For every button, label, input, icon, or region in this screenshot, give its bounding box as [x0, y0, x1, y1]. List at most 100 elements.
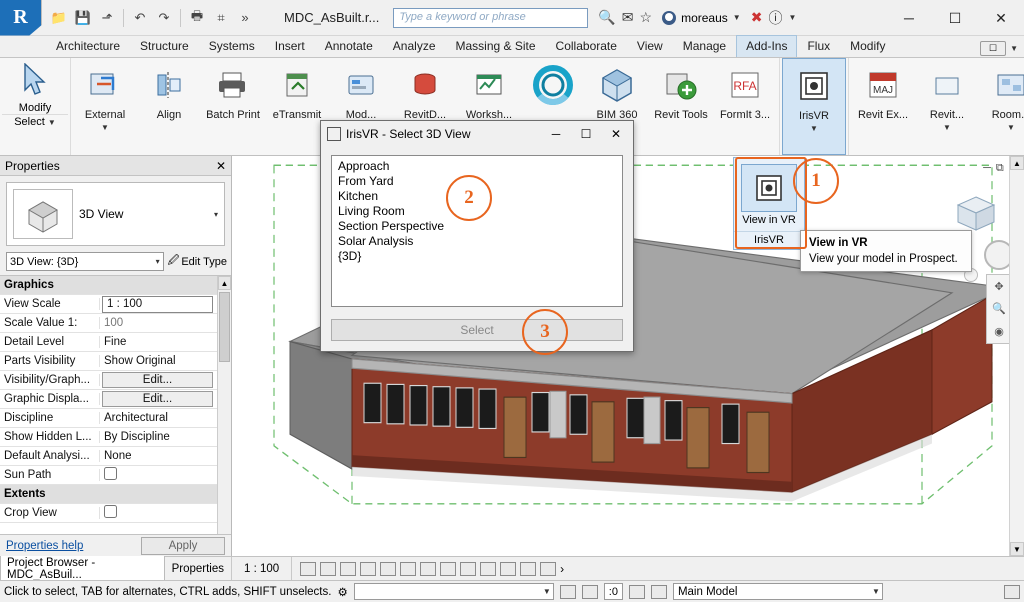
minimize-view-icon[interactable]: ─	[983, 162, 991, 175]
property-edit-button[interactable]: Edit...	[102, 391, 213, 407]
crop-view-checkbox[interactable]	[104, 505, 117, 518]
quick-access-overflow-icon[interactable]: »	[234, 7, 256, 29]
ribbon-button-align[interactable]: Align	[137, 58, 201, 155]
analytical-model-icon[interactable]	[520, 561, 537, 576]
design-options-icon[interactable]	[581, 584, 598, 599]
table-row[interactable]: View Scale 1 : 100	[0, 295, 231, 314]
warnings-icon[interactable]	[1004, 584, 1020, 599]
ribbon-button-irisvr[interactable]: IrisVR ▼	[782, 58, 846, 155]
revit-app-menu-button[interactable]: R	[0, 0, 42, 36]
ribbon-button-batch-print[interactable]: Batch Print	[201, 58, 265, 155]
list-item[interactable]: Section Perspective	[336, 219, 618, 234]
ribbon-button-external[interactable]: External ▼	[73, 58, 137, 155]
scroll-down-icon[interactable]: ▼	[1010, 542, 1024, 556]
constraints-icon[interactable]	[540, 561, 557, 576]
dialog-close-button[interactable]: ✕	[601, 122, 631, 146]
detail-level-icon[interactable]	[300, 561, 317, 576]
tab-modify[interactable]: Modify	[840, 35, 895, 57]
ribbon-button-revit-express[interactable]: MAJ Revit Ex...	[851, 58, 915, 155]
orbit-icon[interactable]: ◉	[994, 325, 1004, 338]
select-dropdown[interactable]: Select ▼	[2, 114, 68, 128]
tab-structure[interactable]: Structure	[130, 35, 199, 57]
canvas-vertical-scrollbar[interactable]: ▲ ▼	[1009, 156, 1024, 556]
print-icon[interactable]: 🖶	[186, 7, 208, 29]
table-row[interactable]: Default Analysi... None	[0, 447, 231, 466]
measure-icon[interactable]: ⌗	[210, 7, 232, 29]
table-row[interactable]: Discipline Architectural	[0, 409, 231, 428]
tab-properties[interactable]: Properties	[165, 560, 231, 578]
edit-type-button[interactable]: 🖉 Edit Type	[168, 252, 227, 271]
table-row[interactable]: Crop View	[0, 504, 231, 523]
list-item[interactable]: Solar Analysis	[336, 234, 618, 249]
tab-analyze[interactable]: Analyze	[383, 35, 446, 57]
export-icon[interactable]: ⬏	[96, 7, 118, 29]
chevron-down-icon[interactable]: ▼	[733, 13, 741, 22]
temporary-view-properties-icon[interactable]	[500, 561, 517, 576]
status-combo-left[interactable]: ▼	[353, 583, 554, 600]
dialog-minimize-button[interactable]: ─	[541, 122, 571, 146]
property-value[interactable]: Architectural	[100, 412, 231, 424]
visual-style-icon[interactable]	[320, 561, 337, 576]
crop-view-icon[interactable]	[400, 561, 417, 576]
chevron-down-icon[interactable]: ▾	[214, 210, 218, 219]
scrollbar-thumb[interactable]	[219, 292, 230, 362]
lock-3d-view-icon[interactable]	[440, 561, 457, 576]
apply-button[interactable]: Apply	[141, 536, 225, 555]
modify-button[interactable]: Modify Select ▼	[2, 58, 68, 155]
tab-view[interactable]: View	[627, 35, 673, 57]
chevron-down-icon[interactable]: ▼	[101, 122, 109, 134]
ribbon-button-room[interactable]: Room... ▼	[979, 58, 1024, 155]
chevron-down-icon[interactable]: ▼	[943, 122, 951, 134]
close-button[interactable]: ✕	[978, 0, 1024, 36]
tab-architecture[interactable]: Architecture	[46, 35, 130, 57]
save-icon[interactable]: 💾	[72, 7, 94, 29]
tab-insert[interactable]: Insert	[265, 35, 315, 57]
list-item[interactable]: {3D}	[336, 249, 618, 264]
tab-flux[interactable]: Flux	[797, 35, 840, 57]
undo-icon[interactable]: ↶	[129, 7, 151, 29]
signin-icon[interactable]: ✉	[622, 9, 634, 26]
worksets-icon[interactable]	[559, 584, 576, 599]
chevron-down-icon[interactable]: ▼	[1010, 44, 1018, 53]
ribbon-display-options-icon[interactable]: ☐	[980, 41, 1007, 56]
property-value[interactable]: None	[100, 450, 231, 462]
pan-icon[interactable]: ✥	[994, 280, 1003, 293]
table-row[interactable]: Parts Visibility Show Original	[0, 352, 231, 371]
property-edit-button[interactable]: Edit...	[102, 372, 213, 388]
chevron-down-icon[interactable]: ▼	[1007, 122, 1015, 134]
type-selector-preview[interactable]: 3D View ▾	[6, 182, 225, 246]
table-row[interactable]: Sun Path	[0, 466, 231, 485]
scroll-up-icon[interactable]: ▲	[1010, 156, 1024, 170]
dialog-maximize-button[interactable]: ☐	[571, 122, 601, 146]
table-row[interactable]: Graphic Displa... Edit...	[0, 390, 231, 409]
select-button[interactable]: Select	[331, 319, 623, 341]
tab-annotate[interactable]: Annotate	[315, 35, 383, 57]
temporary-hide-isolate-icon[interactable]	[460, 561, 477, 576]
ribbon-button-revit-addin[interactable]: Revit... ▼	[915, 58, 979, 155]
close-icon[interactable]: ✕	[216, 159, 226, 173]
overflow-icon[interactable]: ›	[560, 562, 564, 576]
minimize-button[interactable]: ─	[886, 0, 932, 36]
properties-scrollbar[interactable]: ▲	[217, 276, 231, 534]
list-item[interactable]: Approach	[336, 159, 618, 174]
info-center-search-input[interactable]: Type a keyword or phrase	[393, 7, 589, 28]
table-row[interactable]: Visibility/Graph... Edit...	[0, 371, 231, 390]
ribbon-button-revit-tools[interactable]: Revit Tools	[649, 58, 713, 155]
favorites-icon[interactable]: ☆	[640, 9, 653, 26]
chevron-down-icon[interactable]: ▼	[810, 123, 818, 135]
filter-icon[interactable]	[628, 584, 645, 599]
tab-project-browser[interactable]: Project Browser - MDC_AsBuil...	[0, 553, 165, 584]
tab-collaborate[interactable]: Collaborate	[546, 35, 627, 57]
scroll-up-icon[interactable]: ▲	[218, 276, 231, 290]
tab-systems[interactable]: Systems	[199, 35, 265, 57]
table-row[interactable]: Show Hidden L... By Discipline	[0, 428, 231, 447]
binoculars-icon[interactable]: 🔍	[598, 9, 615, 26]
properties-help-link[interactable]: Properties help	[6, 540, 83, 552]
ribbon-button-formit-converter[interactable]: RFA FormIt 3...	[713, 58, 777, 155]
shadows-icon[interactable]	[360, 561, 377, 576]
exclude-options-icon[interactable]	[650, 584, 667, 599]
chevron-down-icon[interactable]: ▼	[788, 13, 796, 22]
view-scale-indicator[interactable]: 1 : 100	[232, 557, 293, 580]
restore-view-icon[interactable]: ⧉	[996, 162, 1004, 175]
property-value[interactable]: By Discipline	[100, 431, 231, 443]
